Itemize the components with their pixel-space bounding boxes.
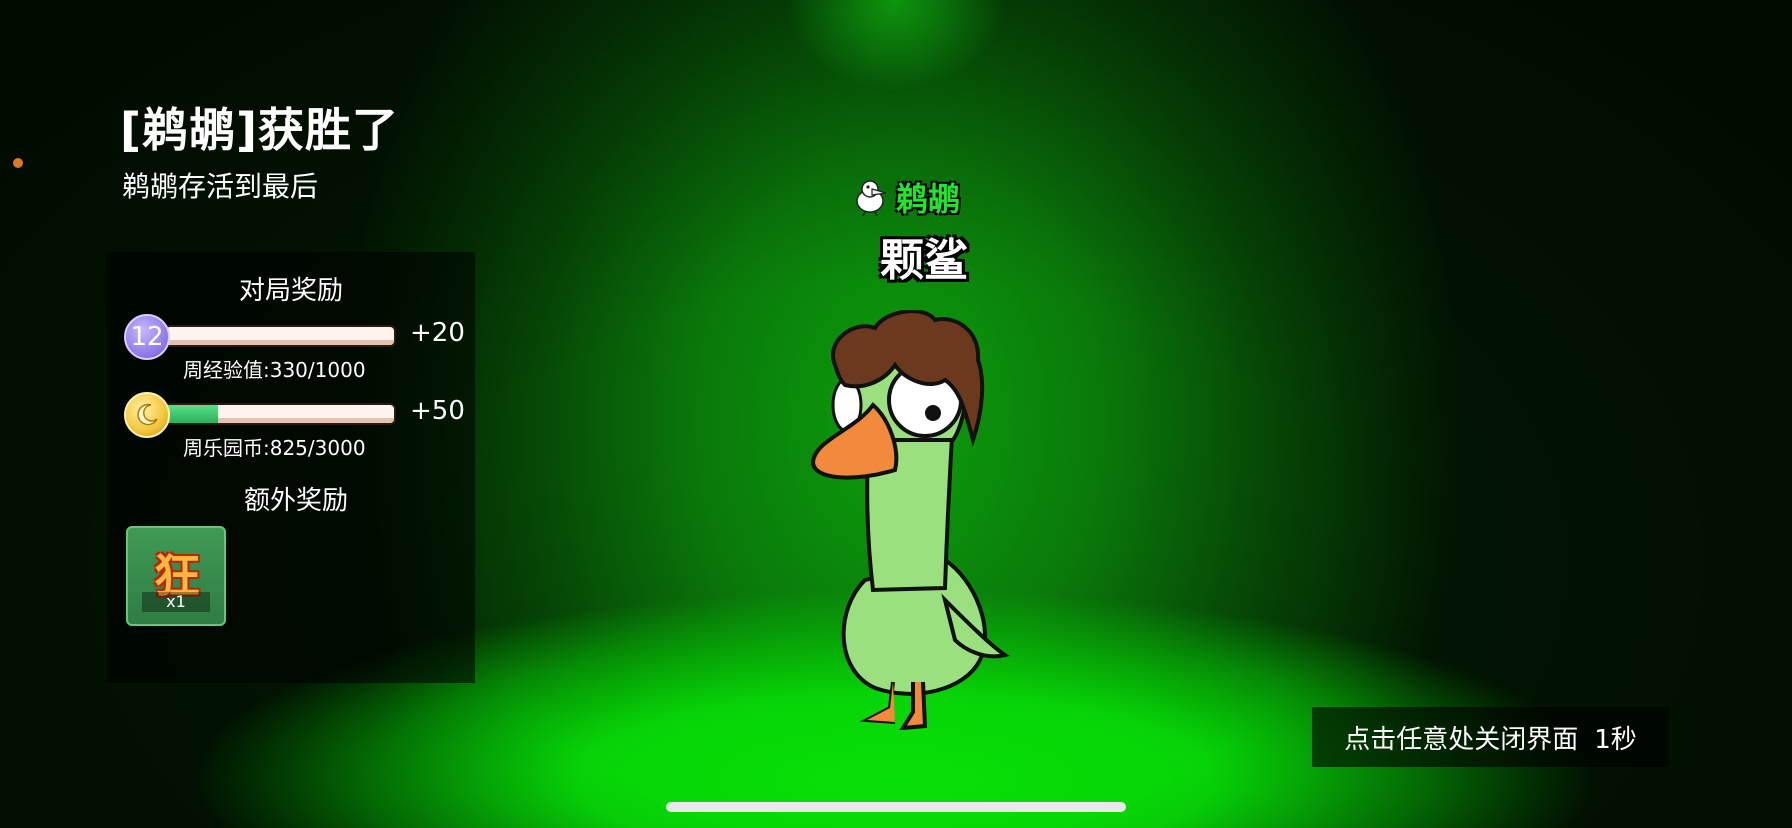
close-screen-hint[interactable]: 点击任意处关闭界面 1秒 (1312, 707, 1669, 767)
reward-panel: 对局奖励 12 +20 周经验值:330/1000 +50 周乐园币:825/3… (107, 252, 475, 683)
victory-title: [鹈鹕]获胜了 (120, 103, 400, 157)
experience-row: 12 +20 周经验值:330/1000 (124, 314, 465, 382)
extra-rewards-title: 额外奖励 (243, 486, 348, 516)
weekly-experience-label: 周经验值:330/1000 (183, 358, 366, 382)
coins-bar (164, 403, 396, 425)
item-count: x1 (142, 592, 210, 612)
experience-gain: +20 (410, 318, 465, 348)
extra-reward-item[interactable]: 狂 x1 (126, 526, 226, 626)
match-rewards-title: 对局奖励 (238, 276, 343, 306)
coins-gain: +50 (410, 396, 465, 426)
home-indicator-bar[interactable] (666, 802, 1126, 812)
level-badge-icon: 12 (124, 314, 170, 360)
coin-moon-icon (137, 403, 158, 426)
winner-character-duck (810, 310, 1010, 730)
winner-player-name: 鹈鹕 (896, 180, 961, 218)
coin-icon (124, 392, 170, 438)
pelican-avatar-icon (856, 180, 887, 217)
weekly-coins-label: 周乐园币:825/3000 (183, 436, 366, 460)
close-countdown: 1秒 (1594, 724, 1637, 755)
close-hint-text: 点击任意处关闭界面 (1344, 724, 1579, 755)
experience-bar (164, 325, 396, 347)
coins-row: +50 周乐园币:825/3000 (124, 392, 465, 460)
coins-bar-fill (166, 405, 219, 423)
victory-screen[interactable]: [鹈鹕]获胜了 鹈鹕存活到最后 对局奖励 12 +20 周经验值:330/100… (0, 0, 1792, 828)
winner-player-row: 鹈鹕 (850, 174, 960, 220)
victory-subtitle: 鹈鹕存活到最后 (122, 170, 319, 203)
status-dot (13, 158, 23, 168)
winner-role-name: 颗鲨 (880, 235, 968, 286)
level-number: 12 (130, 322, 164, 352)
